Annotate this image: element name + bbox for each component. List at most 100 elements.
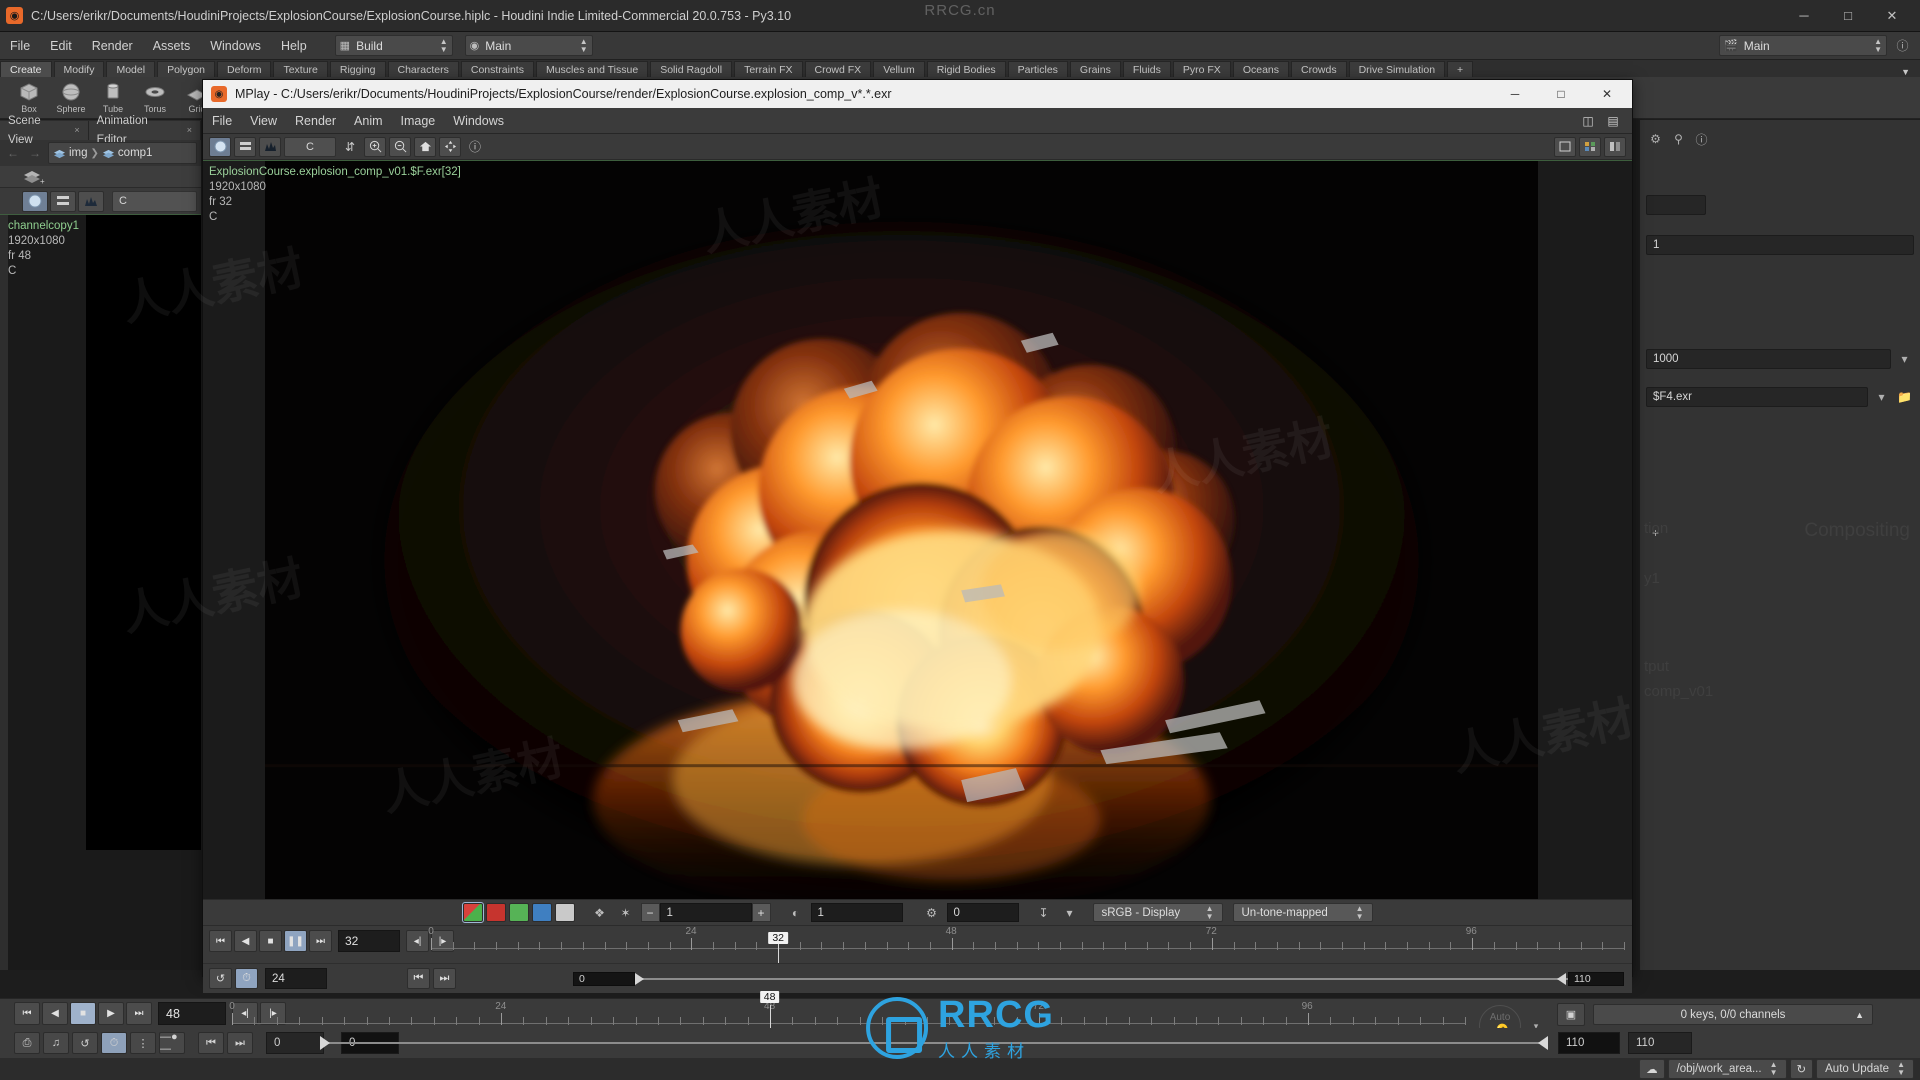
houdini-playhead-label[interactable]: 48: [759, 991, 780, 1003]
view-mode-image-button[interactable]: [22, 190, 48, 212]
home-icon[interactable]: [414, 136, 436, 157]
comp-channel-field[interactable]: C: [112, 190, 197, 212]
scene-context-icon[interactable]: ☁: [1639, 1059, 1665, 1079]
shelf-tab-particles[interactable]: Particles: [1007, 61, 1068, 77]
channel-blue-button[interactable]: [531, 903, 552, 922]
houdini-stop-button[interactable]: ■: [70, 1002, 96, 1025]
mplay-layout-quad-button[interactable]: [1579, 136, 1601, 157]
mplay-image-canvas[interactable]: ExplosionCourse.explosion_comp_v01.$F.ex…: [203, 160, 1632, 899]
shelf-tab-terrain-fx[interactable]: Terrain FX: [734, 61, 803, 77]
mplay-range-right-handle[interactable]: [1557, 973, 1566, 985]
tab-scene-view-close-icon[interactable]: ×: [74, 121, 79, 140]
mplay-pause-button[interactable]: ❚❚: [284, 930, 307, 952]
shelf-tab-deform[interactable]: Deform: [217, 61, 272, 77]
tonemap-spinner-icon[interactable]: ▲ ▼: [1356, 904, 1364, 921]
menu-render[interactable]: Render: [82, 32, 143, 60]
gain-decrement-button[interactable]: −: [640, 903, 660, 922]
desktop-spinner-icon[interactable]: ▲ ▼: [580, 37, 588, 54]
global-range-end-button[interactable]: ⏭: [227, 1032, 253, 1054]
param-numeric-field[interactable]: 1: [1646, 235, 1914, 255]
mplay-timeline-ruler[interactable]: 0 24 48 72 96 32: [428, 926, 1625, 983]
nav-forward-icon[interactable]: →: [26, 146, 44, 160]
gamma-icon[interactable]: ◐: [785, 903, 807, 923]
shelf-tab-pyro-fx[interactable]: Pyro FX: [1172, 61, 1231, 77]
channel-rgba-button[interactable]: [461, 902, 484, 923]
global-end-field[interactable]: 110: [1628, 1032, 1692, 1054]
channel-alpha-button[interactable]: [554, 903, 575, 922]
mplay-current-frame-field[interactable]: 32: [338, 930, 400, 952]
channel-red-button[interactable]: [485, 903, 506, 922]
tab-scene-view[interactable]: Scene View ×: [0, 115, 89, 146]
shelf-tab-grains[interactable]: Grains: [1069, 61, 1121, 77]
mplay-range-end-button[interactable]: ⏭: [433, 968, 456, 989]
mplay-menu-anim[interactable]: Anim: [345, 108, 391, 134]
shelf-tab-model[interactable]: Model: [106, 61, 156, 77]
shelf-tab-vellum[interactable]: Vellum: [873, 61, 925, 77]
mplay-layout-grid-button[interactable]: [1604, 136, 1626, 157]
global-range-left-handle[interactable]: [320, 1036, 330, 1050]
mplay-view-histogram-button[interactable]: [259, 136, 281, 157]
layout-spinner-icon[interactable]: ▲ ▼: [1874, 37, 1882, 54]
shelf-tab-texture[interactable]: Texture: [273, 61, 328, 77]
comp-viewport[interactable]: channelcopy1 1920x1080 fr 48 C: [0, 214, 201, 970]
breadcrumb[interactable]: img ❯ comp1: [48, 142, 197, 164]
display-options-chevron-icon[interactable]: ▾: [1059, 903, 1081, 923]
shelf-tool-sphere[interactable]: Sphere: [50, 81, 92, 114]
fit-icon[interactable]: [439, 136, 461, 157]
mplay-maximize-button[interactable]: □: [1538, 80, 1584, 108]
lut-toggle-icon[interactable]: ❖: [589, 903, 611, 923]
shelf-tool-torus[interactable]: Torus: [134, 81, 176, 114]
tab-animation-editor-close-icon[interactable]: ×: [187, 121, 192, 140]
refresh-icon[interactable]: ↻: [1789, 1059, 1814, 1079]
shelf-tool-box[interactable]: Box: [8, 81, 50, 114]
mplay-range-start-field[interactable]: 0: [573, 972, 635, 986]
shelf-tab-modify[interactable]: Modify: [53, 61, 105, 77]
shelf-tab-muscles[interactable]: Muscles and Tissue: [535, 61, 649, 77]
mplay-jump-start-button[interactable]: ⏮: [209, 930, 232, 952]
build-selector[interactable]: ▦ Build ▲ ▼: [334, 35, 453, 56]
tab-animation-editor[interactable]: Animation Editor ×: [88, 115, 201, 146]
mplay-fps-field[interactable]: 24: [265, 968, 327, 989]
shelf-add-button[interactable]: +: [1447, 61, 1474, 77]
mplay-play-reverse-button[interactable]: ◀: [234, 930, 257, 952]
mplay-channel-combo[interactable]: C: [284, 136, 336, 157]
shelf-tab-oceans[interactable]: Oceans: [1232, 61, 1289, 77]
mplay-loop-button[interactable]: ↺: [209, 968, 232, 989]
houdini-play-reverse-button[interactable]: ◀: [42, 1002, 68, 1025]
snapshot-window-icon[interactable]: ⎙: [14, 1032, 40, 1054]
gamma-field[interactable]: 1: [810, 903, 903, 922]
breadcrumb-item-comp1[interactable]: comp1: [118, 147, 153, 159]
houdini-current-frame-field[interactable]: 48: [158, 1002, 226, 1025]
node-path-spinner-icon[interactable]: ▲ ▼: [1770, 1061, 1778, 1077]
houdini-maximize-button[interactable]: □: [1826, 1, 1870, 31]
offset-icon[interactable]: ⚙: [921, 903, 943, 923]
shelf-tab-rigging[interactable]: Rigging: [329, 61, 386, 77]
param-spinner-field[interactable]: [1646, 195, 1706, 215]
menu-file[interactable]: File: [0, 32, 40, 60]
info-icon[interactable]: ⓘ: [464, 137, 486, 157]
mplay-step-back-button[interactable]: ◂|: [406, 930, 429, 952]
mplay-menu-file[interactable]: File: [203, 108, 241, 134]
layers-icon[interactable]: +: [22, 169, 46, 185]
info-circle-icon[interactable]: ⓘ: [1692, 130, 1711, 149]
mplay-channel-spinner-icon[interactable]: ⇵: [339, 137, 361, 157]
exposure-icon[interactable]: ✶: [615, 903, 637, 923]
colorspace-select[interactable]: sRGB - Display ▲ ▼: [1092, 903, 1223, 922]
shelf-tab-create[interactable]: Create: [0, 61, 52, 77]
loop-playback-icon[interactable]: ↺: [72, 1032, 98, 1054]
snapshot-icon[interactable]: ↧: [1033, 903, 1055, 923]
channel-green-button[interactable]: [508, 903, 529, 922]
view-mode-histogram-button[interactable]: [78, 190, 104, 212]
houdini-minimize-button[interactable]: ─: [1782, 1, 1826, 31]
gear-icon[interactable]: ⚙: [1646, 130, 1665, 149]
audio-icon[interactable]: ♫: [43, 1032, 69, 1054]
shelf-tab-rigid-bodies[interactable]: Rigid Bodies: [926, 61, 1006, 77]
mplay-menu-windows[interactable]: Windows: [444, 108, 513, 134]
mplay-view-image-button[interactable]: [209, 136, 231, 157]
zoom-out-icon[interactable]: [389, 136, 411, 157]
global-range-start-button[interactable]: ⏮: [198, 1032, 224, 1054]
update-mode-selector[interactable]: Auto Update ▲ ▼: [1816, 1059, 1914, 1079]
resolution-chevron-icon[interactable]: ▾: [1895, 350, 1914, 369]
menu-assets[interactable]: Assets: [143, 32, 201, 60]
shelf-tab-crowds[interactable]: Crowds: [1291, 61, 1347, 77]
